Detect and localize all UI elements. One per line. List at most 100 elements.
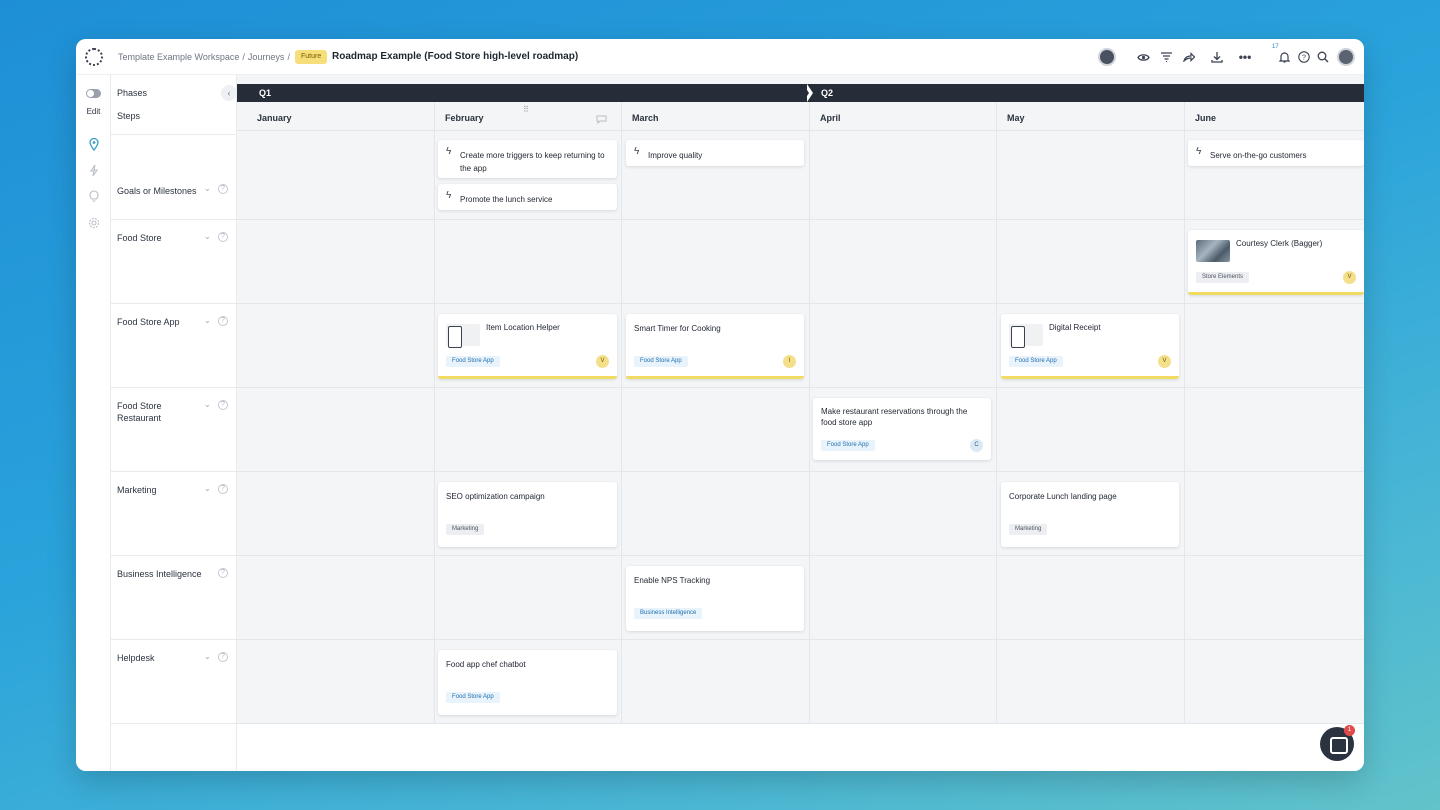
row-label-text[interactable]: Goals or Milestones [117, 185, 209, 197]
row-label-text[interactable]: Food Store Restaurant [117, 400, 187, 424]
goal-card[interactable]: ϟ Serve on-the-go customers [1188, 140, 1364, 166]
chat-count-badge: 1 [1344, 725, 1355, 736]
card-title: Enable NPS Tracking [634, 576, 711, 585]
chevron-down-icon[interactable]: ⌄ [204, 652, 211, 661]
download-icon[interactable] [1208, 48, 1226, 66]
card-title: Food app chef chatbot [446, 660, 526, 669]
row-label-helpdesk: Helpdesk ⌄ ? [111, 639, 237, 723]
avatar: V [1343, 271, 1356, 284]
phases-label[interactable]: Phases [117, 88, 147, 98]
goal-card[interactable]: ϟ Promote the lunch service [438, 184, 617, 210]
chevron-down-icon[interactable]: ⌄ [204, 400, 211, 409]
card-tag: Food Store App [634, 356, 688, 367]
card-tag: Business Intelligence [634, 608, 703, 619]
row-label-text[interactable]: Food Store App [117, 316, 209, 328]
avatar: I [783, 355, 796, 368]
help-icon[interactable]: ? [218, 484, 228, 494]
roadmap-card[interactable]: Corporate Lunch landing page Marketing [1001, 482, 1179, 547]
row-label-text[interactable]: Helpdesk [117, 652, 209, 664]
row-label-food-store-app: Food Store App ⌄ ? [111, 303, 237, 387]
progress-bar [1188, 292, 1364, 295]
roadmap-card[interactable]: Food app chef chatbot Food Store App [438, 650, 617, 715]
left-rail: Edit [76, 75, 111, 771]
lightbulb-icon[interactable] [86, 189, 101, 204]
collapse-chevron-icon[interactable]: ‹ [221, 85, 237, 101]
goal-title: Improve quality [648, 151, 703, 160]
grid-footer [237, 724, 1364, 771]
breadcrumb-journeys[interactable]: Journeys [248, 52, 285, 62]
month-label[interactable]: May [987, 102, 1184, 130]
bell-icon[interactable] [1275, 48, 1293, 66]
help-icon[interactable]: ? [218, 316, 228, 326]
chevron-down-icon[interactable]: ⌄ [204, 184, 211, 193]
roadmap-card[interactable]: Smart Timer for Cooking Food Store App I [626, 314, 804, 379]
gear-icon[interactable] [86, 215, 101, 230]
lightning-icon: ϟ [446, 146, 452, 157]
help-icon[interactable]: ? [218, 568, 228, 578]
chevron-down-icon[interactable]: ⌄ [204, 316, 211, 325]
location-pin-icon[interactable] [86, 137, 101, 152]
quarter-label[interactable]: Q2 [821, 88, 833, 98]
user-avatar-icon[interactable] [1098, 48, 1116, 66]
quarter-divider [803, 84, 809, 102]
profile-avatar-icon[interactable] [1337, 48, 1355, 66]
row-label-text[interactable]: Marketing [117, 484, 209, 496]
help-icon[interactable]: ? [218, 232, 228, 242]
quarter-label[interactable]: Q1 [259, 88, 271, 98]
steps-label[interactable]: Steps [117, 111, 140, 121]
eye-icon[interactable] [1134, 48, 1152, 66]
chevron-down-icon[interactable]: ⌄ [204, 484, 211, 493]
row-label-food-store-restaurant: Food Store Restaurant ⌄ ? [111, 387, 237, 471]
chevron-down-icon[interactable]: ⌄ [204, 232, 211, 241]
help-icon[interactable]: ? [218, 400, 228, 410]
goal-title: Promote the lunch service [460, 195, 553, 204]
help-icon[interactable]: ? [218, 184, 228, 194]
row-labels-column: Phases Steps ‹ Goals or Milestones ⌄ ? F… [111, 75, 237, 771]
search-icon[interactable] [1314, 48, 1332, 66]
comment-icon[interactable] [596, 115, 607, 126]
card-title: Make restaurant reservations through the… [821, 407, 968, 427]
card-tag: Food Store App [1009, 356, 1063, 367]
card-thumbnail [1009, 324, 1043, 348]
filter-icon[interactable] [1157, 48, 1175, 66]
quarter-bar: Q1 Q2 [237, 84, 1364, 102]
row-label-text[interactable]: Food Store [117, 232, 209, 244]
drag-handle-icon[interactable]: ⠿ [523, 105, 529, 114]
breadcrumb-workspace[interactable]: Template Example Workspace [118, 52, 239, 62]
roadmap-card[interactable]: Courtesy Clerk (Bagger) Store Elements V [1188, 230, 1364, 295]
more-icon[interactable]: ••• [1236, 48, 1254, 66]
roadmap-card[interactable]: Make restaurant reservations through the… [813, 398, 991, 460]
roadmap-grid: Q1 Q2 January February March April May J… [237, 75, 1364, 771]
app-logo-icon[interactable] [85, 48, 103, 66]
goal-card[interactable]: ϟ Improve quality [626, 140, 804, 166]
breadcrumb-separator: / [287, 52, 290, 62]
edit-label: Edit [86, 107, 101, 116]
month-label[interactable]: March [612, 102, 809, 130]
breadcrumb-separator: / [242, 52, 245, 62]
lightning-icon[interactable] [86, 163, 101, 178]
row-label-empty [111, 723, 237, 771]
help-icon[interactable]: ? [1295, 48, 1313, 66]
edit-toggle[interactable] [86, 89, 101, 98]
roadmap-card[interactable]: Item Location Helper Food Store App V [438, 314, 617, 379]
row-label-text[interactable]: Business Intelligence [117, 568, 217, 580]
card-title: Corporate Lunch landing page [1009, 492, 1117, 501]
roadmap-card[interactable]: Enable NPS Tracking Business Intelligenc… [626, 566, 804, 631]
lightning-icon: ϟ [446, 190, 452, 201]
roadmap-card[interactable]: SEO optimization campaign Marketing [438, 482, 617, 547]
svg-text:?: ? [1302, 55, 1306, 62]
goal-card[interactable]: ϟ Create more triggers to keep returning… [438, 140, 617, 178]
status-badge[interactable]: Future [295, 50, 328, 64]
goal-title: Serve on-the-go customers [1210, 151, 1307, 160]
month-label[interactable]: June [1175, 102, 1364, 130]
card-title: Smart Timer for Cooking [634, 324, 721, 333]
page-title[interactable]: Roadmap Example (Food Store high-level r… [332, 51, 578, 62]
row-label-goals: Goals or Milestones ⌄ ? [111, 134, 237, 218]
month-label[interactable]: April [800, 102, 997, 130]
roadmap-card[interactable]: Digital Receipt Food Store App V [1001, 314, 1179, 379]
help-icon[interactable]: ? [218, 652, 228, 662]
lightning-icon: ϟ [634, 146, 640, 157]
share-icon[interactable] [1180, 48, 1198, 66]
card-thumbnail [446, 324, 480, 348]
month-label[interactable]: January [237, 102, 434, 130]
